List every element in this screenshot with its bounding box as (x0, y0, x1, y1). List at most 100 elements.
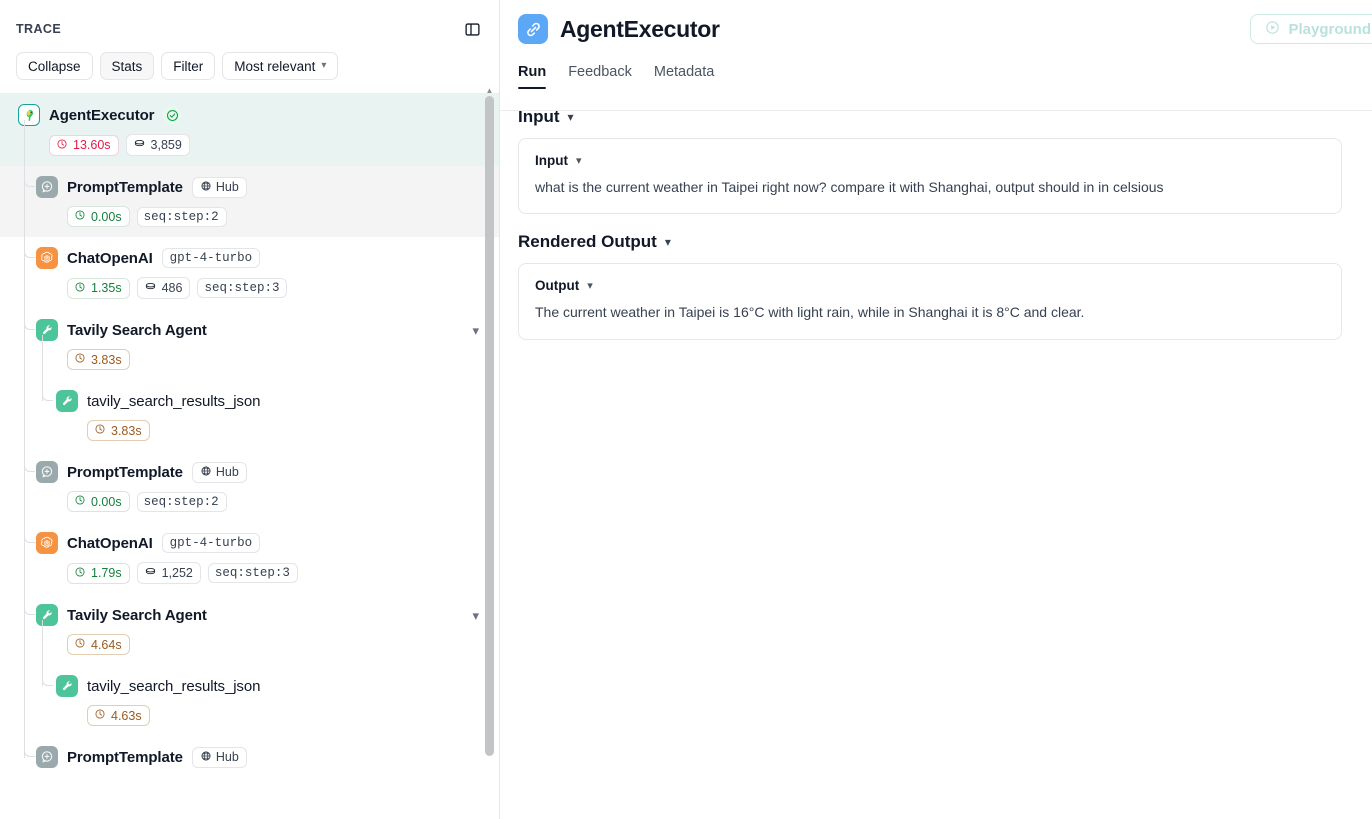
trace-node[interactable]: PromptTemplate Hub (0, 736, 499, 778)
trace-node-tokens-pill: 1,252 (136, 562, 201, 584)
trace-toolbar: Collapse Stats Filter Most relevant ▾ (0, 40, 499, 93)
playground-label: Playground (1288, 20, 1371, 38)
trace-node[interactable]: PromptTemplate Hub 0.00s seq:step:2 (0, 166, 499, 237)
sidebar-scrollbar[interactable]: ▲ (485, 87, 494, 770)
run-tabs: Run Feedback Metadata (500, 44, 1372, 89)
clock-icon (74, 209, 86, 224)
trace-node-tokens-pill: 3,859 (125, 134, 190, 156)
trace-node-tag-label: Hub (215, 465, 239, 479)
card-label[interactable]: Output ▾ (535, 278, 1325, 293)
trace-node-latency-pill: 0.00s (67, 491, 130, 512)
collapse-button[interactable]: Collapse (16, 52, 93, 80)
trace-node-tag-label: gpt-4-turbo (169, 536, 253, 550)
clock-icon (74, 637, 86, 652)
card-label[interactable]: Input ▾ (535, 153, 1325, 168)
trace-node-tag: gpt-4-turbo (161, 533, 261, 553)
run-section: Rendered Output ▾ Output ▾ The current weath… (518, 232, 1342, 340)
trace-node-label: ChatOpenAI (67, 534, 153, 552)
globe-icon (200, 180, 212, 195)
token-icon (144, 280, 157, 296)
trace-node-latency-pill: 1.79s (67, 562, 130, 584)
chevron-down-icon: ▾ (321, 60, 327, 71)
trace-node-tokens-value: 1,252 (161, 566, 193, 580)
trace-node-label: AgentExecutor (49, 106, 155, 124)
chevron-down-icon[interactable]: ▾ (587, 279, 593, 292)
clock-icon (56, 138, 68, 153)
prompt-template-icon (36, 176, 58, 198)
trace-node-tag: Hub (191, 746, 247, 768)
trace-node[interactable]: Tavily Search Agent ▾ 3.83s (0, 309, 499, 380)
filter-button[interactable]: Filter (161, 52, 216, 80)
tab-metadata[interactable]: Metadata (654, 64, 714, 89)
trace-node-label: ChatOpenAI (67, 249, 153, 267)
trace-node-label: PromptTemplate (67, 748, 183, 766)
tab-run[interactable]: Run (518, 64, 547, 89)
card-body-text: The current weather in Taipei is 16°C wi… (535, 304, 1085, 321)
sidebar-header: TRACE (0, 0, 499, 40)
trace-node-label: Tavily Search Agent (67, 321, 207, 339)
trace-node[interactable]: ChatOpenAI gpt-4-turbo 1.35s 486 seq:step:3 (0, 237, 499, 309)
chevron-down-icon[interactable]: ▾ (576, 154, 582, 167)
trace-node-tag: Hub (191, 461, 247, 483)
section-card: Input ▾ what is the current weather in Tai… (518, 138, 1342, 215)
trace-sidebar: TRACE Collapse Stats Filter Most relevan… (0, 0, 500, 819)
chevron-down-icon[interactable]: ▾ (665, 235, 671, 249)
trace-node-latency-pill: 3.83s (67, 349, 130, 370)
chevron-down-icon[interactable]: ▾ (568, 110, 574, 124)
chain-link-icon (518, 14, 548, 44)
trace-node-tag: Hub (191, 176, 247, 198)
section-card: Output ▾ The current weather in Taipei is … (518, 263, 1342, 340)
trace-node-latency-pill: 13.60s (49, 134, 119, 156)
trace-node-latency-value: 0.00s (91, 494, 122, 509)
tree-connector-elbow (42, 390, 53, 401)
trace-node-tag-label: gpt-4-turbo (169, 251, 253, 265)
trace-node-latency-value: 0.00s (91, 209, 122, 224)
trace-node-latency-pill: 1.35s (67, 277, 130, 299)
trace-tree: AgentExecutor 13.60s 3,859 PromptTemplate Hu… (0, 94, 499, 778)
trace-node-tag-label: Hub (215, 750, 239, 764)
trace-node-step-value: seq:step:3 (204, 281, 280, 295)
scroll-up-arrow-icon[interactable]: ▲ (485, 87, 494, 95)
tree-connector-elbow (24, 247, 35, 258)
sort-select[interactable]: Most relevant ▾ (222, 52, 339, 80)
sidebar-scrollbar-thumb[interactable] (485, 96, 494, 756)
clock-icon (74, 281, 86, 296)
playground-button[interactable]: Playground (1250, 14, 1372, 44)
trace-node-tag-label: Hub (215, 180, 239, 194)
trace-node[interactable]: AgentExecutor 13.60s 3,859 (0, 94, 499, 166)
panel-toggle-icon[interactable] (461, 18, 483, 40)
trace-node-step-value: seq:step:2 (143, 209, 219, 224)
token-icon (144, 565, 157, 581)
trace-node[interactable]: PromptTemplate Hub 0.00s seq:step:2 (0, 451, 499, 522)
tree-connector (42, 335, 43, 401)
tree-connector-elbow (24, 532, 35, 543)
app-root: TRACE Collapse Stats Filter Most relevan… (0, 0, 1372, 819)
trace-node-latency-pill: 0.00s (67, 206, 130, 227)
tree-connector-elbow (24, 319, 35, 330)
trace-tree-scroll[interactable]: AgentExecutor 13.60s 3,859 PromptTemplate Hu… (0, 93, 499, 819)
trace-node[interactable]: Tavily Search Agent ▾ 4.64s (0, 594, 499, 665)
chevron-down-icon[interactable]: ▾ (472, 609, 485, 622)
trace-node-latency-value: 4.63s (111, 708, 142, 723)
trace-node[interactable]: ChatOpenAI gpt-4-turbo 1.79s 1,252 seq:step:… (0, 522, 499, 594)
trace-node-step-pill: seq:step:3 (197, 278, 288, 298)
status-badge-success (163, 106, 182, 124)
tree-connector-elbow (42, 675, 53, 686)
chevron-down-icon[interactable]: ▾ (472, 324, 485, 337)
play-circle-icon (1265, 20, 1280, 39)
trace-node[interactable]: tavily_search_results_json 3.83s (0, 380, 499, 451)
prompt-template-icon (36, 746, 58, 768)
trace-node[interactable]: tavily_search_results_json 4.63s (0, 665, 499, 736)
clock-icon (94, 423, 106, 438)
card-label-text: Input (535, 153, 568, 168)
section-heading[interactable]: Rendered Output ▾ (518, 232, 1342, 252)
openai-icon (36, 247, 58, 269)
globe-icon (200, 465, 212, 480)
tabs-divider (500, 110, 1372, 111)
tab-feedback[interactable]: Feedback (568, 64, 632, 89)
trace-node-label: PromptTemplate (67, 178, 183, 196)
tree-connector-elbow (24, 746, 35, 757)
wrench-icon (36, 604, 58, 626)
stats-button[interactable]: Stats (99, 52, 155, 80)
trace-node-step-pill: seq:step:2 (136, 206, 227, 227)
